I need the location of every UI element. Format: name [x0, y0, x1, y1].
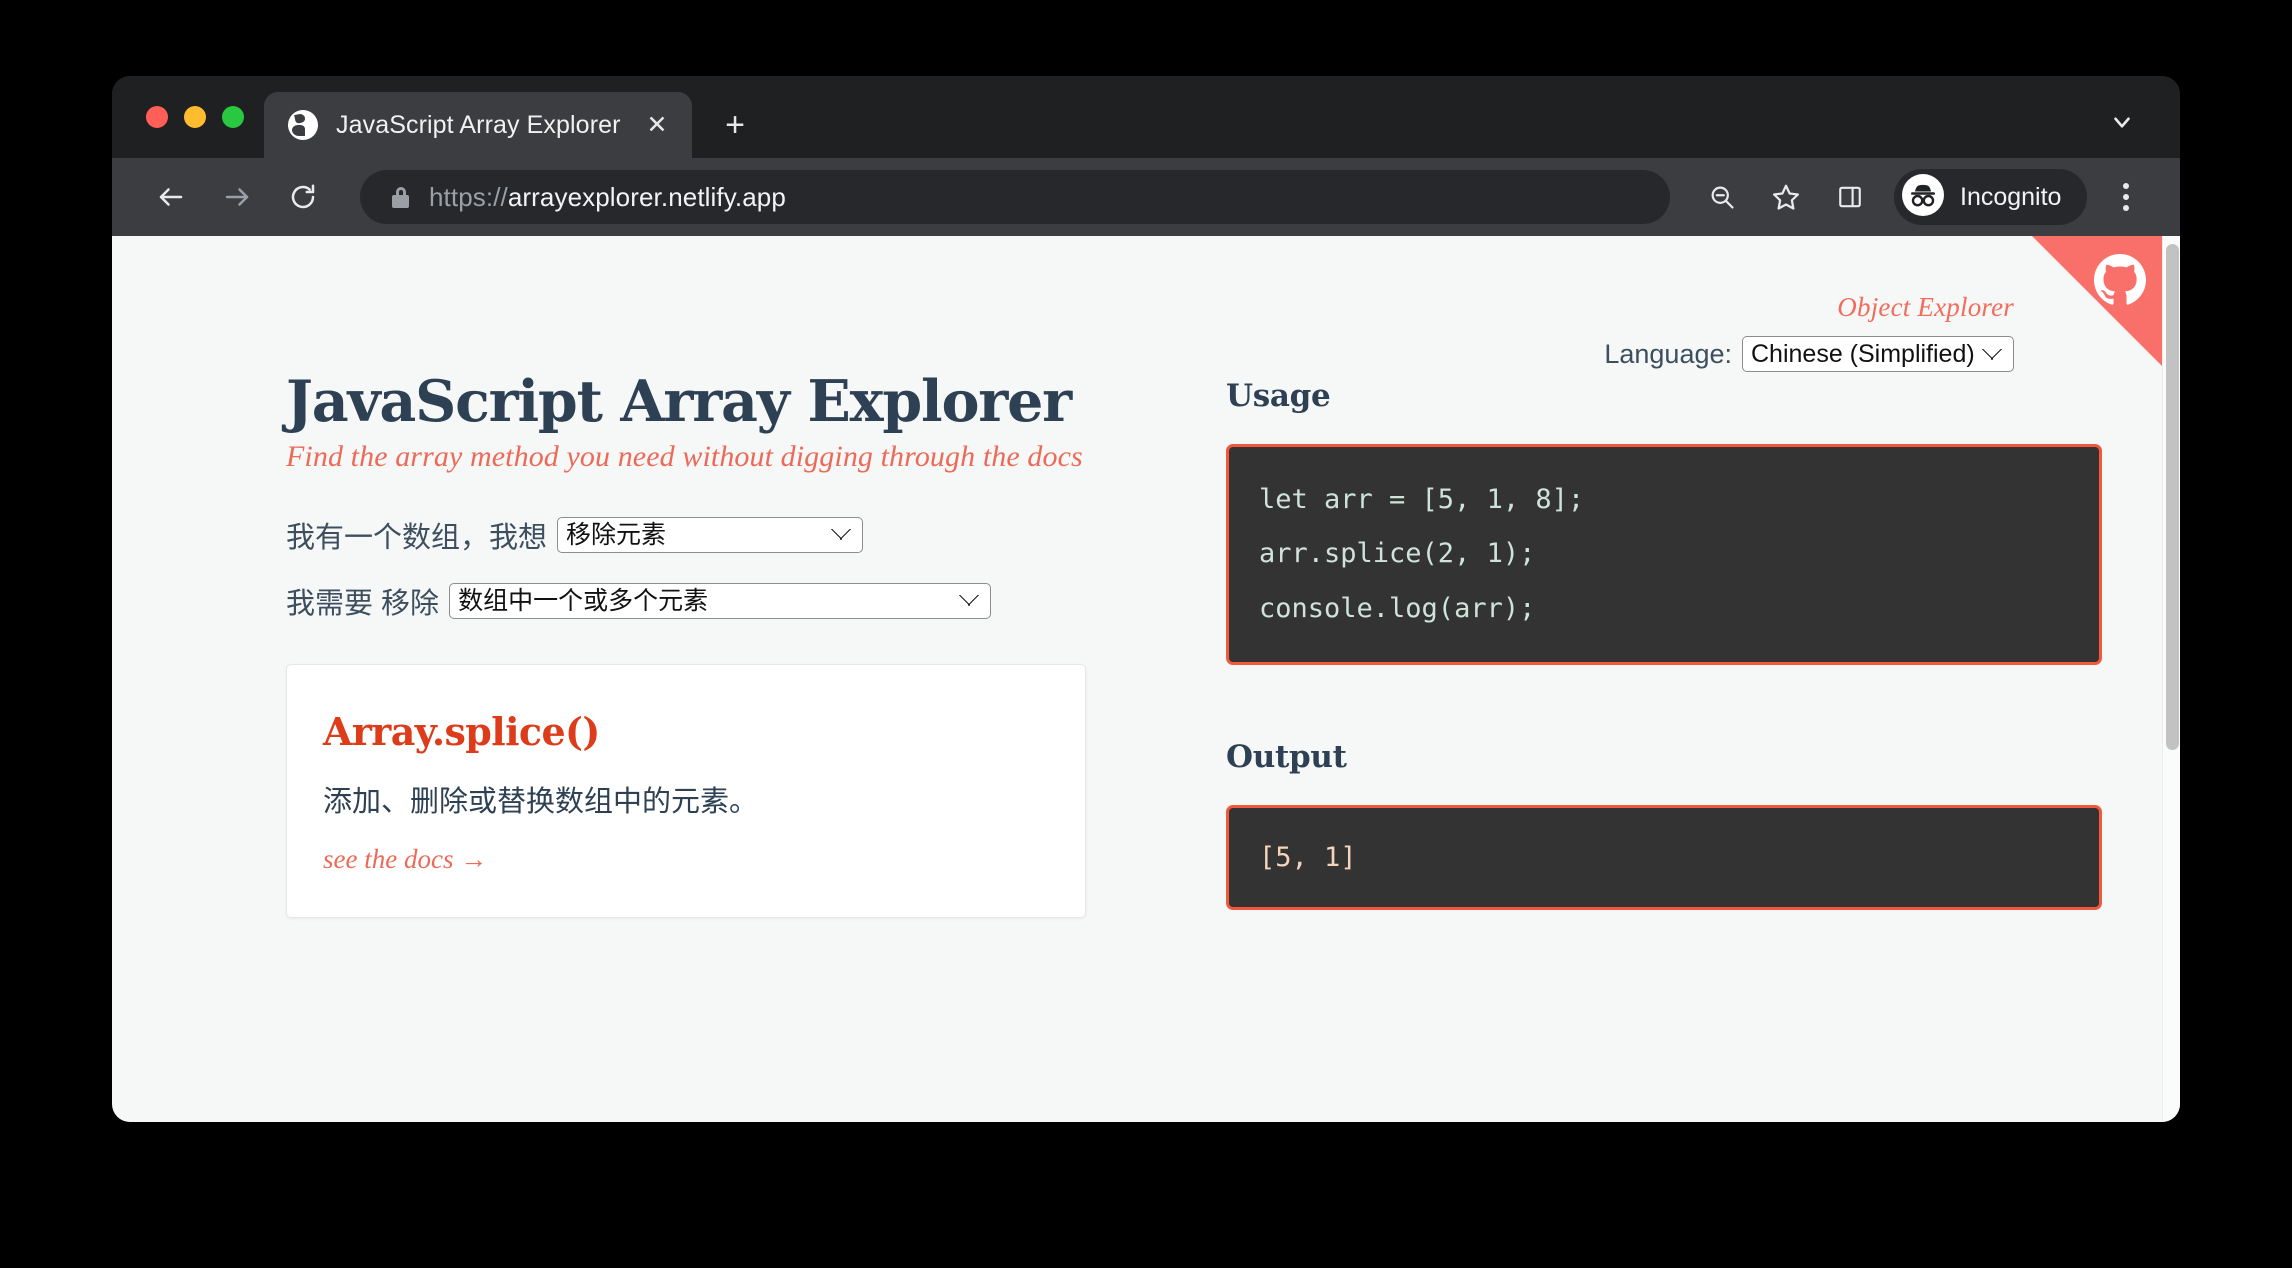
target-select[interactable]: 数组中一个或多个元素: [449, 582, 992, 619]
github-corner-link[interactable]: [2032, 236, 2162, 366]
language-select[interactable]: Chinese (Simplified): [1742, 336, 2014, 372]
question-row-target: 我需要 移除 数组中一个或多个元素: [286, 580, 1166, 622]
browser-window: JavaScript Array Explorer ✕ + https://ar…: [112, 76, 2180, 1122]
close-window-button[interactable]: [146, 106, 168, 128]
new-tab-button[interactable]: +: [708, 98, 762, 152]
question-2-label: 我需要 移除: [286, 587, 440, 620]
right-column: Usage let arr = [5, 1, 8]; arr.splice(2,…: [1226, 378, 2102, 910]
method-name: Array.splice(): [323, 708, 600, 754]
side-panel-icon[interactable]: [1822, 169, 1878, 225]
page-title: JavaScript Array Explorer: [286, 368, 1072, 435]
forward-arrow-icon[interactable]: [208, 168, 266, 226]
output-heading: Output: [1226, 738, 1347, 775]
code-line: let arr = [5, 1, 8];: [1259, 484, 1585, 515]
chevron-down-icon[interactable]: [2100, 100, 2144, 144]
maximize-window-button[interactable]: [222, 106, 244, 128]
result-card: Array.splice() 添加、删除或替换数组中的元素。 see the d…: [286, 663, 1086, 919]
scrollbar-thumb[interactable]: [2166, 244, 2179, 750]
object-explorer-link[interactable]: Object Explorer: [1837, 292, 2014, 323]
language-selector-row: Language: Chinese (Simplified): [1604, 336, 2014, 372]
code-line: console.log(arr);: [1259, 592, 1536, 624]
browser-tab[interactable]: JavaScript Array Explorer ✕: [264, 92, 692, 158]
action-select[interactable]: 移除元素: [557, 516, 864, 553]
output-section: Output [5, 1]: [1226, 739, 2102, 910]
page-subtitle: Find the array method you need without d…: [286, 439, 1083, 473]
profile-indicator[interactable]: Incognito: [1894, 169, 2088, 225]
see-the-docs-link[interactable]: see the docs →: [323, 844, 487, 875]
output-code-block: [5, 1]: [1226, 804, 2102, 910]
github-octocat-icon: [2094, 254, 2146, 305]
language-label: Language:: [1604, 338, 1732, 369]
url-scheme: https://: [429, 181, 508, 212]
question-1-label: 我有一个数组，我想: [286, 521, 548, 554]
method-description: 添加、删除或替换数组中的元素。: [323, 785, 759, 818]
back-arrow-icon[interactable]: [142, 168, 200, 226]
usage-heading: Usage: [1226, 378, 1331, 414]
url-text: https://arrayexplorer.netlify.app: [429, 182, 786, 213]
question-row-action: 我有一个数组，我想 移除元素: [286, 514, 1166, 556]
star-icon[interactable]: [1758, 169, 1814, 225]
address-bar[interactable]: https://arrayexplorer.netlify.app: [360, 170, 1670, 224]
tab-title: JavaScript Array Explorer: [336, 110, 621, 139]
code-line: arr.splice(2, 1);: [1259, 538, 1536, 570]
lock-icon: [392, 186, 409, 208]
close-icon[interactable]: ✕: [640, 108, 674, 142]
usage-section: Usage let arr = [5, 1, 8]; arr.splice(2,…: [1226, 378, 2102, 665]
three-dots-icon[interactable]: [2101, 169, 2151, 225]
profile-label: Incognito: [1960, 182, 2062, 211]
globe-icon: [288, 110, 318, 140]
minimize-window-button[interactable]: [184, 106, 206, 128]
url-host: arrayexplorer.netlify.app: [507, 181, 786, 212]
browser-toolbar: https://arrayexplorer.netlify.app Incogn…: [112, 158, 2180, 236]
output-value: [5, 1]: [1259, 841, 1357, 873]
incognito-icon: [1900, 172, 1946, 223]
page-content: Object Explorer Language: Chinese (Simpl…: [112, 236, 2162, 1122]
page-viewport: Object Explorer Language: Chinese (Simpl…: [112, 236, 2180, 1122]
left-column: JavaScript Array Explorer Find the array…: [286, 368, 1166, 919]
usage-code-block: let arr = [5, 1, 8]; arr.splice(2, 1); c…: [1226, 444, 2102, 665]
window-controls: [112, 76, 264, 158]
reload-icon[interactable]: [274, 168, 332, 226]
page-scrollbar[interactable]: [2162, 236, 2180, 1122]
zoom-out-icon[interactable]: [1694, 169, 1750, 225]
tab-strip: JavaScript Array Explorer ✕ +: [112, 76, 2180, 158]
